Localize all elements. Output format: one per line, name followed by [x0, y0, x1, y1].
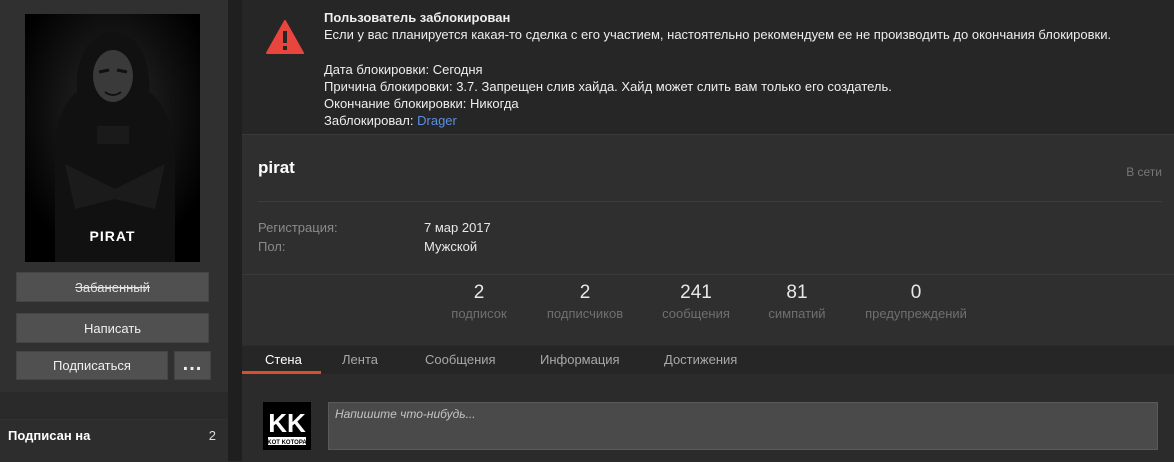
stat-following[interactable]: 2 подписок — [445, 282, 513, 324]
alert-date: Дата блокировки: Сегодня — [324, 61, 483, 77]
left-sidebar: PIRAT Забаненный Написать Подписаться ..… — [0, 0, 228, 462]
current-user-avatar[interactable]: KK KOT KOTOPA — [263, 402, 311, 450]
registration-value: 7 мар 2017 — [424, 220, 491, 235]
tab-information[interactable]: Информация — [540, 346, 620, 374]
tab-messages[interactable]: Сообщения — [425, 346, 496, 374]
wall-post-input[interactable] — [328, 402, 1158, 450]
alert-title: Пользователь заблокирован — [324, 10, 511, 25]
stat-number: 0 — [910, 282, 922, 303]
stat-label: сообщения — [662, 306, 730, 321]
warning-icon — [266, 20, 304, 59]
gender-label: Пол: — [258, 239, 286, 254]
profile-avatar[interactable]: PIRAT — [25, 14, 200, 262]
divider — [242, 274, 1174, 275]
tab-achievements[interactable]: Достижения — [664, 346, 737, 374]
sidebar-profile-card: PIRAT Забаненный Написать Подписаться ..… — [0, 0, 228, 392]
stat-label: предупреждений — [865, 306, 967, 321]
avatar-subtext: KOT KOTOPA — [267, 440, 307, 446]
wall-section: KK KOT KOTOPA — [242, 374, 1174, 461]
stat-number: 2 — [579, 282, 591, 303]
gender-value: Мужской — [424, 239, 478, 254]
tab-feed[interactable]: Лента — [342, 346, 378, 374]
alert-reason: Причина блокировки: 3.7. Запрещен слив х… — [324, 78, 892, 94]
subscribed-to-block[interactable]: Подписан на 2 — [0, 417, 228, 462]
stat-number: 81 — [786, 282, 808, 303]
registration-label: Регистрация: — [258, 220, 338, 235]
blocked-by-user-link[interactable]: Drager — [417, 113, 457, 128]
stat-number: 2 — [473, 282, 485, 303]
column-gap — [228, 0, 242, 461]
alert-blocked-by: Заблокировал: Drager — [324, 112, 1111, 129]
divider — [258, 201, 1162, 202]
stat-likes[interactable]: 81 симпатий — [762, 282, 832, 324]
banned-button[interactable]: Забаненный — [16, 272, 209, 302]
avatar-caption: PIRAT — [89, 228, 136, 244]
avatar-initials: KK — [268, 408, 306, 438]
ban-alert: Пользователь заблокирован Если у вас пла… — [242, 0, 1174, 134]
stat-number: 241 — [680, 282, 712, 303]
stat-label: подписчиков — [546, 306, 624, 321]
alert-text: Пользователь заблокирован Если у вас пла… — [324, 9, 1111, 130]
online-status: В сети — [1126, 165, 1162, 179]
stat-warnings[interactable]: 0 предупреждений — [856, 282, 976, 324]
tab-wall[interactable]: Стена — [265, 346, 302, 374]
alert-message: Если у вас планируется какая-то сделка с… — [324, 27, 1112, 43]
stat-messages[interactable]: 241 сообщения — [656, 282, 736, 324]
hooded-figure-image — [25, 14, 200, 262]
stat-label: подписок — [451, 306, 507, 321]
profile-card: pirat В сети Регистрация: 7 мар 2017 Пол… — [242, 134, 1174, 345]
profile-tabs: Стена Лента Сообщения Информация Достиже… — [242, 346, 1174, 374]
subscribe-button[interactable]: Подписаться — [16, 351, 168, 380]
more-options-button[interactable]: ... — [174, 351, 211, 380]
profile-username: pirat — [258, 158, 295, 177]
stat-followers[interactable]: 2 подписчиков — [538, 282, 632, 324]
blocked-by-label: Заблокировал: — [324, 113, 418, 129]
write-message-button[interactable]: Написать — [16, 313, 209, 343]
alert-end: Окончание блокировки: Никогда — [324, 96, 519, 112]
subscribed-count: 2 — [208, 428, 216, 443]
stat-label: симпатий — [768, 306, 826, 321]
subscribed-label: Подписан на — [8, 428, 91, 443]
